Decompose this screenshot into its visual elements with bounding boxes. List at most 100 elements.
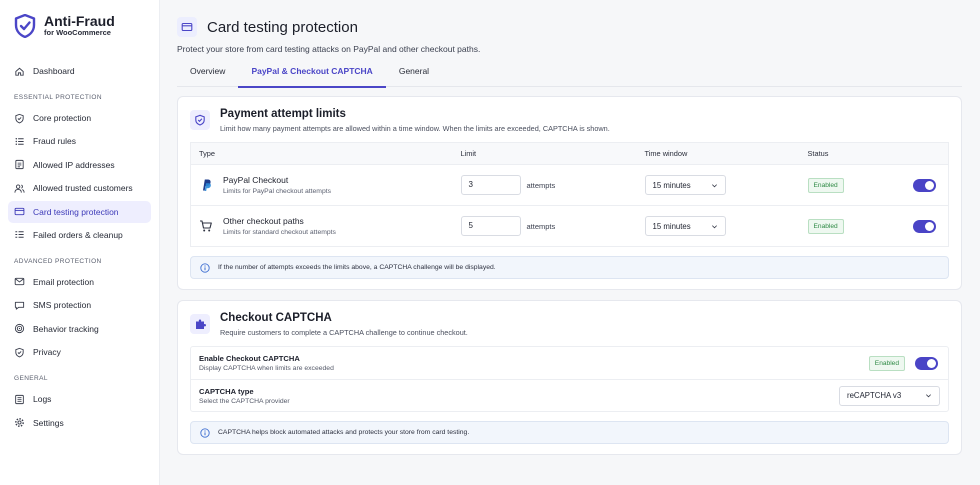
- sidebar-item-privacy[interactable]: Privacy: [8, 341, 151, 363]
- other-checkout-time-window-select[interactable]: 15 minutes: [644, 216, 726, 236]
- captcha-type-select[interactable]: reCAPTCHA v3: [839, 385, 940, 406]
- sidebar-item-fraud-rules[interactable]: Fraud rules: [8, 130, 151, 152]
- sidebar-item-label: Privacy: [33, 347, 61, 358]
- shield-check-icon: [14, 14, 36, 38]
- select-value: reCAPTCHA v3: [847, 391, 902, 400]
- page-subtitle: Protect your store from card testing att…: [177, 44, 481, 54]
- brand-subtitle: for WooCommerce: [44, 28, 111, 37]
- info-icon: [200, 262, 210, 273]
- message-icon: [14, 301, 25, 310]
- paypal-limit-toggle[interactable]: [913, 178, 936, 192]
- sidebar-item-label: Settings: [33, 417, 64, 428]
- card-description: Require customers to complete a CAPTCHA …: [220, 328, 468, 337]
- chevron-down-icon: [711, 224, 717, 228]
- other-checkout-limit-toggle[interactable]: [913, 219, 936, 233]
- section-essential: ESSENTIAL PROTECTION: [14, 94, 102, 101]
- row-type-name: PayPal Checkout: [223, 175, 289, 185]
- sidebar-item-email-protection[interactable]: Email protection: [8, 271, 151, 293]
- brand-name: Anti-Fraud: [44, 13, 115, 29]
- sidebar-item-label: Core protection: [33, 113, 92, 123]
- sidebar-item-label: Failed orders & cleanup: [33, 229, 123, 240]
- tab-paypal-checkout-captcha[interactable]: PayPal & Checkout CAPTCHA: [238, 64, 387, 88]
- sidebar-item-label: SMS protection: [33, 300, 92, 311]
- sidebar-item-label: Fraud rules: [33, 136, 76, 147]
- mail-icon: [14, 278, 25, 286]
- row-type-desc: Limits for PayPal checkout attempts: [223, 188, 332, 195]
- sidebar-item-sms-protection[interactable]: SMS protection: [8, 294, 151, 316]
- status-badge: Enabled: [807, 177, 844, 193]
- paypal-limit-input[interactable]: 3: [460, 175, 521, 195]
- payment-limits-card: Payment attempt limits Limit how many pa…: [177, 96, 962, 290]
- gear-icon: [15, 418, 24, 427]
- setting-title: Enable Checkout CAPTCHA: [199, 354, 300, 363]
- sidebar: Anti-Fraud for WooCommerce Dashboard ESS…: [0, 0, 160, 485]
- status-badge: Enabled: [807, 218, 844, 234]
- sidebar-item-label: Card testing protection: [33, 206, 119, 217]
- list-icon: [15, 137, 24, 145]
- column-header-limit: Limit: [452, 142, 637, 165]
- table-row: PayPal Checkout Limits for PayPal checko…: [190, 164, 949, 206]
- home-icon: [15, 67, 24, 76]
- sidebar-item-card-testing[interactable]: Card testing protection: [8, 200, 151, 223]
- select-value: 15 minutes: [652, 180, 691, 190]
- row-type-desc: Limits for standard checkout attempts: [223, 229, 336, 236]
- info-text: CAPTCHA helps block automated attacks an…: [218, 429, 470, 436]
- other-checkout-limit-input[interactable]: 5: [460, 216, 521, 236]
- sidebar-item-logs[interactable]: Logs: [8, 388, 151, 410]
- puzzle-icon: [190, 314, 210, 334]
- section-advanced: ADVANCED PROTECTION: [14, 257, 102, 265]
- shield-check-icon: [15, 347, 24, 358]
- sidebar-item-trusted-customers[interactable]: Allowed trusted customers: [8, 177, 151, 199]
- table-row: Other checkout paths Limits for standard…: [190, 205, 949, 247]
- enable-captcha-toggle[interactable]: [915, 356, 938, 370]
- users-icon: [14, 184, 25, 193]
- setting-desc: Display CAPTCHA when limits are exceeded: [199, 365, 334, 372]
- checklist-icon: [15, 231, 24, 239]
- shield-check-icon: [190, 110, 210, 130]
- paypal-time-window-select[interactable]: 15 minutes: [644, 175, 726, 195]
- card-title: Payment attempt limits: [220, 108, 346, 120]
- sidebar-item-label: Behavior tracking: [33, 323, 99, 334]
- tab-general[interactable]: General: [386, 64, 442, 87]
- sidebar-item-settings[interactable]: Settings: [8, 412, 151, 434]
- column-header-type: Type: [190, 142, 453, 165]
- column-header-time-window: Time window: [636, 142, 800, 165]
- column-header-status: Status: [799, 142, 949, 165]
- sidebar-item-label: Email protection: [33, 276, 94, 287]
- sidebar-item-failed-orders[interactable]: Failed orders & cleanup: [8, 224, 151, 246]
- sidebar-item-dashboard[interactable]: Dashboard: [8, 60, 151, 82]
- list-item: Enable Checkout CAPTCHA Display CAPTCHA …: [191, 347, 948, 379]
- limits-table: Type Limit Time window Status PayPal Che…: [190, 142, 949, 247]
- info-icon: [200, 427, 210, 438]
- cart-icon: [200, 220, 212, 232]
- sidebar-item-label: Allowed trusted customers: [33, 183, 133, 194]
- setting-title: CAPTCHA type: [199, 386, 254, 396]
- sidebar-item-label: Allowed IP addresses: [33, 159, 115, 170]
- sidebar-item-label: Dashboard: [33, 66, 75, 76]
- page-header: Card testing protection: [177, 16, 962, 38]
- brand-logo: Anti-Fraud for WooCommerce: [8, 12, 151, 40]
- info-text: If the number of attempts exceeds the li…: [218, 264, 496, 271]
- sidebar-item-behavior-tracking[interactable]: Behavior tracking: [8, 318, 151, 340]
- credit-card-icon: [177, 17, 197, 37]
- main-content: Card testing protection Protect your sto…: [160, 0, 980, 485]
- target-icon: [14, 324, 25, 334]
- setting-desc: Select the CAPTCHA provider: [199, 397, 290, 405]
- tab-overview[interactable]: Overview: [177, 64, 238, 87]
- card-title: Checkout CAPTCHA: [220, 312, 332, 324]
- log-icon: [15, 394, 24, 404]
- captcha-settings-list: Enable Checkout CAPTCHA Display CAPTCHA …: [190, 346, 949, 412]
- card-description: Limit how many payment attempts are allo…: [220, 124, 610, 133]
- credit-card-icon: [14, 207, 25, 216]
- limit-unit: attempts: [526, 221, 556, 231]
- tab-bar: Overview PayPal & Checkout CAPTCHA Gener…: [177, 64, 962, 88]
- row-type-name: Other checkout paths: [223, 216, 304, 226]
- app-root: Anti-Fraud for WooCommerce Dashboard ESS…: [0, 0, 980, 485]
- sidebar-item-allowed-ip[interactable]: Allowed IP addresses: [8, 154, 151, 176]
- document-icon: [15, 160, 24, 170]
- limit-unit: attempts: [526, 180, 556, 190]
- sidebar-item-label: Logs: [33, 394, 52, 405]
- select-value: 15 minutes: [652, 221, 691, 231]
- chevron-down-icon: [711, 183, 717, 187]
- sidebar-item-core-protection[interactable]: Core protection: [8, 107, 151, 129]
